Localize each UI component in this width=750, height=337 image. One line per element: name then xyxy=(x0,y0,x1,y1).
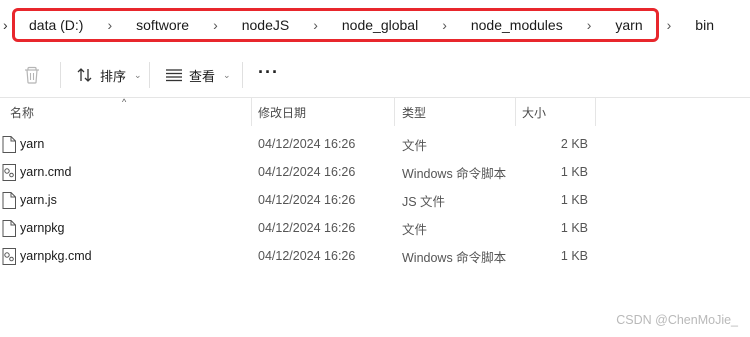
column-header-type-label: 类型 xyxy=(402,105,427,120)
file-date: 04/12/2024 16:26 xyxy=(258,249,356,263)
file-type: JS 文件 xyxy=(402,194,446,209)
file-size: 1 KB xyxy=(560,165,588,179)
table-row[interactable]: yarn.js 04/12/2024 16:26 JS 文件 1 KB xyxy=(0,186,750,214)
breadcrumb-item-softwore[interactable]: softwore xyxy=(136,17,189,33)
file-name-cell: yarnpkg.cmd xyxy=(2,242,92,270)
file-type: 文件 xyxy=(402,138,428,153)
view-list-icon xyxy=(166,69,182,82)
file-icon xyxy=(2,219,16,237)
trash-icon[interactable] xyxy=(22,65,42,85)
chevron-right-icon[interactable]: › xyxy=(442,17,447,33)
toolbar-divider xyxy=(149,62,150,88)
chevron-right-icon[interactable]: › xyxy=(213,17,218,33)
more-options-button[interactable]: ··· xyxy=(258,62,279,83)
file-name: yarn xyxy=(20,137,45,151)
sort-button[interactable]: 排序 ⌄ xyxy=(76,62,142,88)
view-label: 查看 xyxy=(189,68,216,84)
file-name-cell: yarn.cmd xyxy=(2,158,71,186)
chevron-right-icon[interactable]: › xyxy=(587,17,592,33)
toolbar-divider xyxy=(60,62,61,88)
file-type: Windows 命令脚本 xyxy=(402,250,507,265)
breadcrumb-item-drive[interactable]: data (D:) xyxy=(29,17,83,33)
file-name: yarn.js xyxy=(20,193,57,207)
column-resize-handle[interactable] xyxy=(394,98,395,126)
chevron-right-icon[interactable]: › xyxy=(3,17,8,33)
column-resize-handle[interactable] xyxy=(595,98,596,126)
file-size: 1 KB xyxy=(560,221,588,235)
file-size: 1 KB xyxy=(560,193,588,207)
chevron-right-icon[interactable]: › xyxy=(107,17,112,33)
chevron-down-icon: ⌄ xyxy=(223,69,231,80)
file-name-cell: yarn.js xyxy=(2,186,57,214)
file-date: 04/12/2024 16:26 xyxy=(258,221,356,235)
file-name: yarn.cmd xyxy=(20,165,72,179)
address-bar: › data (D:) › softwore › nodeJS › node_g… xyxy=(0,0,750,52)
table-row[interactable]: yarnpkg.cmd 04/12/2024 16:26 Windows 命令脚… xyxy=(0,242,750,270)
file-type: Windows 命令脚本 xyxy=(402,166,507,181)
file-date: 04/12/2024 16:26 xyxy=(258,165,356,179)
file-size: 2 KB xyxy=(560,137,588,151)
column-header-name-label: 名称 xyxy=(10,105,35,120)
breadcrumb[interactable]: data (D:) › softwore › nodeJS › node_glo… xyxy=(12,8,714,42)
file-name-cell: yarn xyxy=(2,130,44,158)
column-resize-handle[interactable] xyxy=(515,98,516,126)
column-header-date[interactable]: 修改日期 xyxy=(258,98,306,126)
view-button[interactable]: 查看 ⌄ xyxy=(165,62,231,88)
column-header-size[interactable]: 大小 xyxy=(522,98,546,126)
chevron-right-icon[interactable]: › xyxy=(313,17,318,33)
sort-label: 排序 xyxy=(100,68,127,84)
column-header-name[interactable]: 名称 xyxy=(10,98,34,126)
file-date: 04/12/2024 16:26 xyxy=(258,137,356,151)
file-type: 文件 xyxy=(402,222,428,237)
watermark: CSDN @ChenMoJie_ xyxy=(616,313,738,327)
table-row[interactable]: yarn 04/12/2024 16:26 文件 2 KB xyxy=(0,130,750,158)
column-header-type[interactable]: 类型 xyxy=(402,98,426,126)
script-icon xyxy=(2,163,16,181)
column-resize-handle[interactable] xyxy=(251,98,252,126)
breadcrumb-item-nodejs[interactable]: nodeJS xyxy=(242,17,289,33)
column-header-row: 名称 修改日期 类型 大小 xyxy=(0,98,750,126)
file-icon xyxy=(2,191,16,209)
table-row[interactable]: yarn.cmd 04/12/2024 16:26 Windows 命令脚本 1… xyxy=(0,158,750,186)
file-date: 04/12/2024 16:26 xyxy=(258,193,356,207)
table-row[interactable]: yarnpkg 04/12/2024 16:26 文件 1 KB xyxy=(0,214,750,242)
breadcrumb-item-node-modules[interactable]: node_modules xyxy=(471,17,563,33)
column-header-size-label: 大小 xyxy=(522,105,547,120)
toolbar-divider xyxy=(242,62,243,88)
file-name: yarnpkg.cmd xyxy=(20,249,92,263)
column-header-date-label: 修改日期 xyxy=(258,105,307,120)
file-icon xyxy=(2,135,16,153)
command-bar: 排序 ⌄ 查看 ⌄ ··· xyxy=(0,52,750,98)
file-name: yarnpkg xyxy=(20,221,65,235)
script-icon xyxy=(2,247,16,265)
file-size: 1 KB xyxy=(560,249,588,263)
breadcrumb-item-bin[interactable]: bin xyxy=(695,17,714,33)
chevron-right-icon[interactable]: › xyxy=(667,17,672,33)
file-name-cell: yarnpkg xyxy=(2,214,64,242)
breadcrumb-item-yarn[interactable]: yarn xyxy=(615,17,642,33)
chevron-down-icon: ⌄ xyxy=(134,69,142,80)
sort-icon xyxy=(77,68,92,82)
breadcrumb-item-node-global[interactable]: node_global xyxy=(342,17,418,33)
